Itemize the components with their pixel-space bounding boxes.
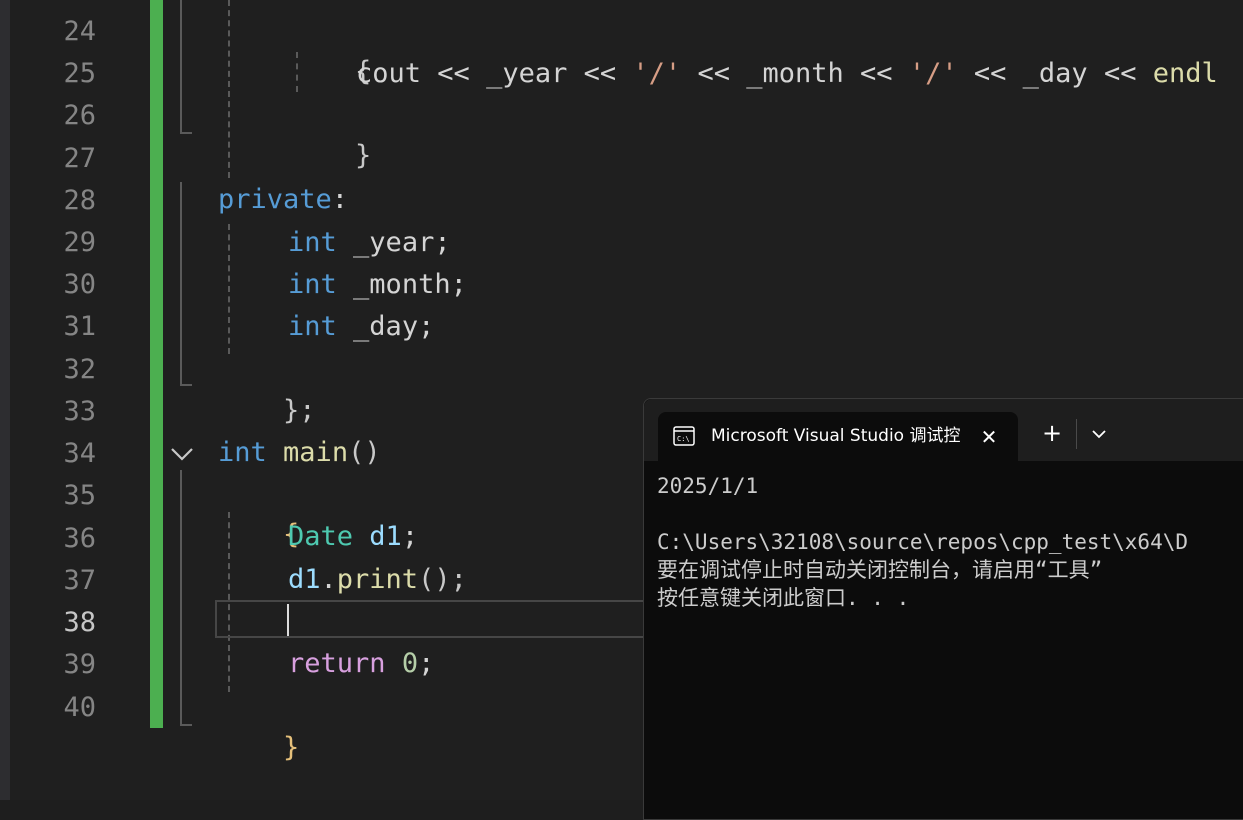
code-line-35: { <box>218 472 299 550</box>
code-line-36: Date d1; <box>288 516 418 558</box>
line-number-current: 38 <box>63 607 96 638</box>
line-number: 39 <box>63 649 96 680</box>
variable-name: d1 <box>369 521 402 552</box>
line-number: 32 <box>63 354 96 385</box>
code-line-28: private: <box>218 179 348 221</box>
method-name: print <box>336 564 419 595</box>
class-close: }; <box>283 395 316 426</box>
scope-guide-end <box>180 384 192 386</box>
tab-separator <box>1076 419 1077 449</box>
identifier-token: endl <box>1152 58 1218 89</box>
indent-guide <box>228 0 230 178</box>
scope-guide <box>180 182 182 386</box>
close-icon[interactable]: ✕ <box>976 424 1002 450</box>
dot-token: . <box>320 564 337 595</box>
call-parens: (); <box>418 564 467 595</box>
variable-name: d1 <box>288 564 321 595</box>
code-line-37: d1.print(); <box>288 559 467 601</box>
line-number: 34 <box>63 438 96 469</box>
operator-token: << <box>860 58 893 89</box>
line-number: 37 <box>63 565 96 596</box>
line-number: 29 <box>63 227 96 258</box>
terminal-output-line: 要在调试停止时自动关闭控制台，请启用“工具” <box>657 558 1103 582</box>
line-number: 33 <box>63 396 96 427</box>
text-caret <box>287 604 289 636</box>
tab-title: Microsoft Visual Studio 调试控 <box>711 426 961 446</box>
line-number: 26 <box>63 100 96 131</box>
scope-guide <box>180 0 182 134</box>
terminal-tab[interactable]: C:\ Microsoft Visual Studio 调试控 ✕ <box>658 412 1018 461</box>
line-number: 27 <box>63 143 96 174</box>
line-number: 25 <box>63 58 96 89</box>
svg-text:C:\: C:\ <box>677 435 690 443</box>
indent-guide <box>228 224 230 354</box>
line-number: 30 <box>63 269 96 300</box>
operator-token: << <box>583 58 617 89</box>
keyword-int: int <box>288 311 337 342</box>
new-tab-button[interactable]: + <box>1038 419 1066 447</box>
operator-token: << <box>697 58 730 89</box>
number-literal: 0 <box>401 648 419 679</box>
operator-token: << <box>973 58 1007 89</box>
operator-token: << <box>1103 58 1137 89</box>
line-number: 31 <box>63 311 96 342</box>
window-left-edge <box>0 0 10 800</box>
line-number: 24 <box>63 16 96 47</box>
keyword-return: return <box>288 648 386 679</box>
code-line-25: cout << _year << '/' << _month << '/' <<… <box>356 53 1218 95</box>
line-number: 35 <box>63 480 96 511</box>
terminal-output-line: C:\Users\32108\source\repos\cpp_test\x64… <box>657 530 1189 554</box>
member-declaration: _month; <box>353 269 467 300</box>
code-line-32: }; <box>218 348 316 426</box>
identifier-token: _year <box>486 58 568 89</box>
close-brace: } <box>355 140 372 171</box>
line-number: 28 <box>63 185 96 216</box>
current-line-highlight <box>215 600 665 638</box>
type-name: Date <box>288 521 354 552</box>
keyword-int: int <box>288 227 337 258</box>
code-line-40: } <box>218 685 299 763</box>
line-number: 40 <box>63 692 96 723</box>
code-line-31: int _day; <box>288 306 434 348</box>
function-name: main <box>283 437 349 468</box>
chevron-down-icon[interactable] <box>1086 421 1112 447</box>
operator-token: << <box>437 58 470 89</box>
semicolon-token: ; <box>418 648 435 679</box>
terminal-output-line: 按任意键关闭此窗口. . . <box>657 586 910 610</box>
code-line-30: int _month; <box>288 264 467 306</box>
close-brace: } <box>283 732 300 763</box>
scope-guide-end <box>180 724 192 726</box>
char-literal: '/' <box>908 58 958 89</box>
code-line-29: int _year; <box>288 222 451 264</box>
change-tracking-bar <box>150 0 163 728</box>
debug-console-window[interactable]: C:\ Microsoft Visual Studio 调试控 ✕ + 2025… <box>643 398 1243 820</box>
semicolon-token: ; <box>401 521 419 552</box>
parens-token: () <box>348 437 381 468</box>
terminal-output-line: 2025/1/1 <box>657 474 759 498</box>
code-line-39: return 0; <box>288 643 434 685</box>
terminal-titlebar[interactable]: C:\ Microsoft Visual Studio 调试控 ✕ + <box>644 399 1243 461</box>
access-specifier: private <box>218 184 332 215</box>
member-declaration: _day; <box>353 311 435 342</box>
colon-token: : <box>331 184 349 215</box>
keyword-int: int <box>288 269 337 300</box>
scope-guide-end <box>180 132 192 134</box>
member-declaration: _year; <box>353 227 451 258</box>
cout-token: cout <box>356 58 422 89</box>
code-line-34: int main() <box>218 432 381 474</box>
chevron-down-icon[interactable] <box>168 440 196 468</box>
identifier-token: _day <box>1022 58 1088 89</box>
keyword-int: int <box>218 437 267 468</box>
scope-guide <box>180 470 182 726</box>
line-number: 36 <box>63 523 96 554</box>
code-line-24: { <box>290 9 371 87</box>
char-literal: '/' <box>632 58 682 89</box>
identifier-token: _month <box>746 58 844 89</box>
console-icon: C:\ <box>673 426 695 446</box>
code-line-26: } <box>290 93 371 171</box>
